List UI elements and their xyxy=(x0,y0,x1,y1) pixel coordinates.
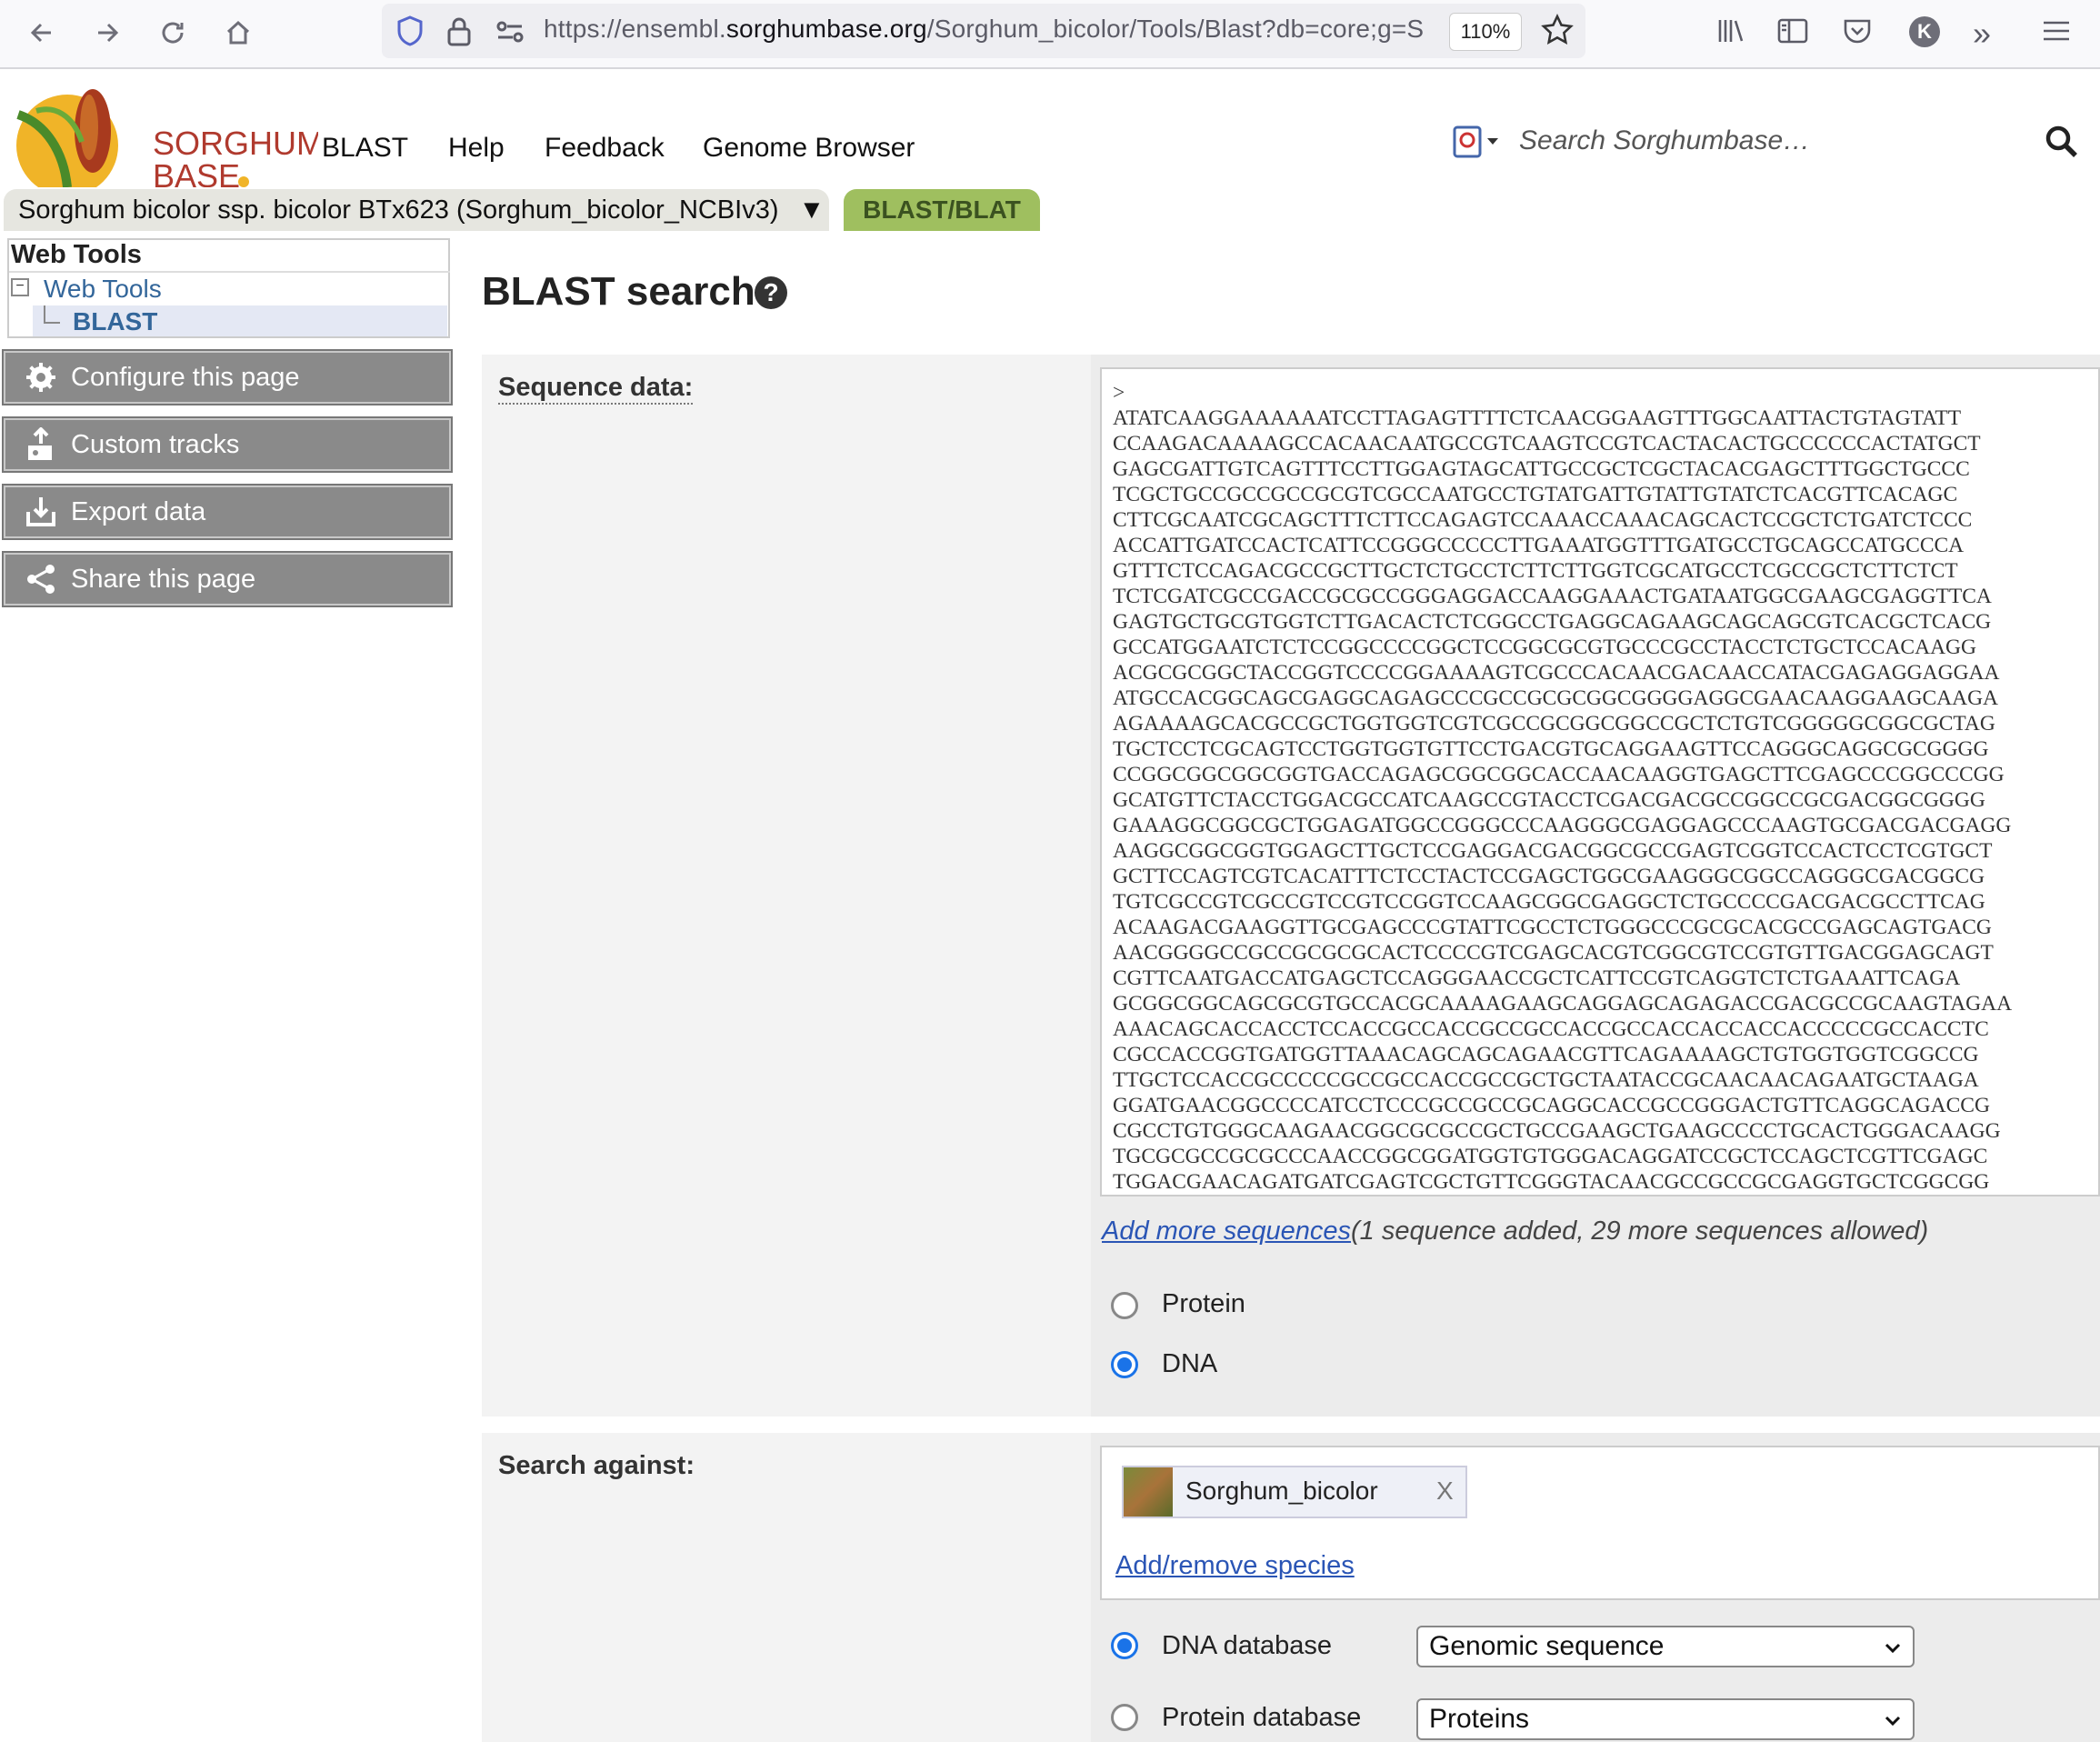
protein-database-radio[interactable] xyxy=(1111,1704,1138,1731)
page-title: BLAST search xyxy=(482,269,755,314)
sequence-label-column xyxy=(482,355,1091,1417)
account-icon[interactable]: K xyxy=(1909,16,1940,47)
sorghum-thumbnail xyxy=(1124,1467,1173,1517)
protein-radio[interactable] xyxy=(1111,1292,1138,1319)
remove-species-button[interactable]: X xyxy=(1436,1477,1454,1506)
shield-icon[interactable] xyxy=(395,15,425,52)
chevron-down-icon xyxy=(1884,1631,1902,1662)
svg-text:SORGHUM: SORGHUM xyxy=(153,125,318,162)
search-source-icon[interactable] xyxy=(1453,122,1502,166)
sequence-text: > ATATCAAGGAAAAAATCCTTAGAGTTTTCTCAACGGAA… xyxy=(1113,381,2013,1194)
nav-genome-browser[interactable]: Genome Browser xyxy=(703,133,915,164)
upload-icon xyxy=(24,427,58,462)
reload-icon[interactable] xyxy=(151,11,195,55)
menu-icon[interactable] xyxy=(2040,16,2073,50)
tab-blast-blat[interactable]: BLAST/BLAT xyxy=(844,189,1040,231)
lock-icon[interactable] xyxy=(445,15,473,52)
web-tools-heading: Web Tools xyxy=(11,240,142,269)
divider xyxy=(9,271,450,273)
dna-radio-label: DNA xyxy=(1162,1349,1218,1378)
overflow-icon[interactable]: » xyxy=(1973,15,1991,53)
protein-database-value: Proteins xyxy=(1429,1704,1530,1734)
dna-database-select[interactable]: Genomic sequence xyxy=(1416,1626,1915,1667)
protein-database-label: Protein database xyxy=(1162,1703,1362,1732)
species-tab-label: Sorghum bicolor ssp. bicolor BTx623 (Sor… xyxy=(18,195,779,225)
add-more-sequences-link[interactable]: Add more sequences xyxy=(1102,1216,1351,1246)
protein-radio-label: Protein xyxy=(1162,1289,1245,1318)
search-icon[interactable] xyxy=(2044,124,2080,165)
tree-connector xyxy=(44,305,60,324)
species-tab[interactable]: Sorghum bicolor ssp. bicolor BTx623 (Sor… xyxy=(4,189,829,231)
add-remove-species-link[interactable]: Add/remove species xyxy=(1115,1551,1355,1581)
chevron-down-icon xyxy=(1884,1704,1902,1735)
share-page-label: Share this page xyxy=(71,564,256,594)
zoom-level-badge[interactable]: 110% xyxy=(1449,13,1522,51)
library-icon[interactable] xyxy=(1715,15,1747,52)
star-icon[interactable] xyxy=(1540,13,1575,52)
custom-tracks-label: Custom tracks xyxy=(71,429,240,459)
species-chip-label: Sorghum_bicolor xyxy=(1185,1477,1378,1505)
permissions-icon[interactable] xyxy=(495,18,525,50)
site-search-input[interactable]: Search Sorghumbase… xyxy=(1519,125,1810,156)
nav-help[interactable]: Help xyxy=(448,133,505,164)
dna-radio[interactable] xyxy=(1111,1351,1138,1378)
dna-database-radio[interactable] xyxy=(1111,1632,1138,1659)
sequence-textarea[interactable]: > ATATCAAGGAAAAAATCCTTAGAGTTTTCTCAACGGAA… xyxy=(1100,367,2100,1196)
configure-page-button[interactable]: Configure this page xyxy=(2,349,453,405)
sequence-data-label: Sequence data: xyxy=(498,373,694,405)
dna-database-label: DNA database xyxy=(1162,1631,1333,1660)
nav-feedback[interactable]: Feedback xyxy=(545,133,665,164)
gear-icon xyxy=(24,361,58,394)
help-icon[interactable]: ? xyxy=(755,276,787,309)
share-page-button[interactable]: Share this page xyxy=(2,551,453,607)
export-data-button[interactable]: Export data xyxy=(2,484,453,540)
search-against-label: Search against: xyxy=(498,1451,695,1480)
sorghumbase-logo[interactable]: SORGHUM BASE xyxy=(9,87,324,196)
sidebar-icon[interactable] xyxy=(1776,16,1809,50)
collapse-icon[interactable]: − xyxy=(11,278,29,296)
export-data-label: Export data xyxy=(71,496,206,526)
download-icon xyxy=(24,496,58,528)
pocket-icon[interactable] xyxy=(1842,16,1873,50)
tree-item-web-tools[interactable]: Web Tools xyxy=(44,275,162,304)
configure-page-label: Configure this page xyxy=(71,362,300,392)
svg-text:BASE: BASE xyxy=(153,157,240,187)
nav-blast[interactable]: BLAST xyxy=(322,133,408,164)
sequence-count-note: (1 sequence added, 29 more sequences all… xyxy=(1351,1216,1929,1246)
chevron-down-icon[interactable]: ▼ xyxy=(799,195,825,225)
home-icon[interactable] xyxy=(216,11,260,55)
dna-database-value: Genomic sequence xyxy=(1429,1631,1665,1661)
forward-icon[interactable] xyxy=(85,11,129,55)
share-icon xyxy=(24,563,58,596)
protein-database-select[interactable]: Proteins xyxy=(1416,1698,1915,1740)
url-text[interactable]: https://ensembl.sorghumbase.org/Sorghum_… xyxy=(544,15,1435,44)
back-icon[interactable] xyxy=(20,11,64,55)
custom-tracks-button[interactable]: Custom tracks xyxy=(2,416,453,473)
tree-item-blast[interactable]: BLAST xyxy=(73,307,157,336)
